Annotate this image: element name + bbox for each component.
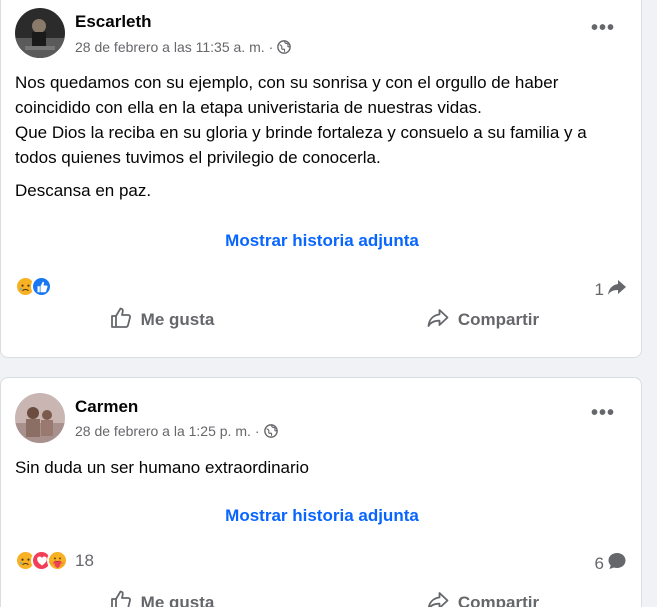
author-avatar[interactable] bbox=[15, 8, 65, 58]
share-count-value: 1 bbox=[594, 279, 604, 299]
more-options-icon[interactable]: ••• bbox=[591, 402, 615, 425]
comment-count-value: 6 bbox=[594, 553, 604, 573]
care-reaction-icon bbox=[47, 550, 68, 571]
post-actions: Me gusta Compartir bbox=[1, 588, 643, 607]
share-arrow-icon bbox=[607, 277, 627, 302]
post-card: Escarleth 28 de febrero a las 11:35 a. m… bbox=[0, 0, 642, 358]
like-button[interactable]: Me gusta bbox=[1, 305, 322, 335]
like-reaction-icon bbox=[31, 276, 52, 297]
author-name[interactable]: Carmen bbox=[75, 397, 138, 417]
post-meta: 28 de febrero a las 11:35 a. m. · bbox=[75, 39, 292, 55]
thumbs-up-icon bbox=[109, 306, 133, 335]
author-name[interactable]: Escarleth bbox=[75, 12, 152, 32]
like-label: Me gusta bbox=[140, 593, 215, 607]
share-button[interactable]: Compartir bbox=[322, 588, 643, 607]
comment-bubble-icon bbox=[607, 551, 627, 576]
post-body: Sin duda un ser humano extraordinario bbox=[15, 455, 627, 480]
share-label: Compartir bbox=[457, 593, 540, 607]
share-count[interactable]: 1 bbox=[595, 277, 627, 302]
share-icon bbox=[426, 306, 450, 335]
more-options-icon[interactable]: ••• bbox=[591, 17, 615, 40]
post-paragraph: Descansa en paz. bbox=[15, 181, 152, 200]
post-meta: 28 de febrero a la 1:25 p. m. · bbox=[75, 423, 278, 439]
globe-icon bbox=[277, 40, 292, 54]
reactions-summary[interactable]: 18 bbox=[15, 550, 94, 571]
post-card: Carmen 28 de febrero a la 1:25 p. m. · •… bbox=[0, 377, 642, 607]
meta-separator: · bbox=[254, 423, 260, 439]
meta-separator: · bbox=[268, 39, 274, 55]
reaction-count[interactable]: 18 bbox=[75, 551, 94, 571]
post-paragraph: Nos quedamos con su ejemplo, con su sonr… bbox=[15, 73, 587, 167]
share-label: Compartir bbox=[457, 310, 540, 329]
thumbs-up-icon bbox=[109, 589, 133, 607]
reactions-summary[interactable] bbox=[15, 276, 59, 297]
author-avatar[interactable] bbox=[15, 393, 65, 443]
share-button[interactable]: Compartir bbox=[322, 305, 643, 335]
show-attached-story-link[interactable]: Mostrar historia adjunta bbox=[1, 231, 643, 251]
share-icon bbox=[426, 589, 450, 607]
globe-icon bbox=[263, 424, 278, 438]
post-body: Nos quedamos con su ejemplo, con su sonr… bbox=[15, 70, 627, 203]
post-timestamp[interactable]: 28 de febrero a la 1:25 p. m. bbox=[75, 423, 251, 439]
like-label: Me gusta bbox=[140, 310, 215, 329]
comment-count[interactable]: 6 bbox=[595, 551, 627, 576]
show-attached-story-link[interactable]: Mostrar historia adjunta bbox=[1, 506, 643, 526]
post-actions: Me gusta Compartir bbox=[1, 305, 643, 335]
like-button[interactable]: Me gusta bbox=[1, 588, 322, 607]
post-timestamp[interactable]: 28 de febrero a las 11:35 a. m. bbox=[75, 39, 265, 55]
post-paragraph: Sin duda un ser humano extraordinario bbox=[15, 458, 309, 477]
